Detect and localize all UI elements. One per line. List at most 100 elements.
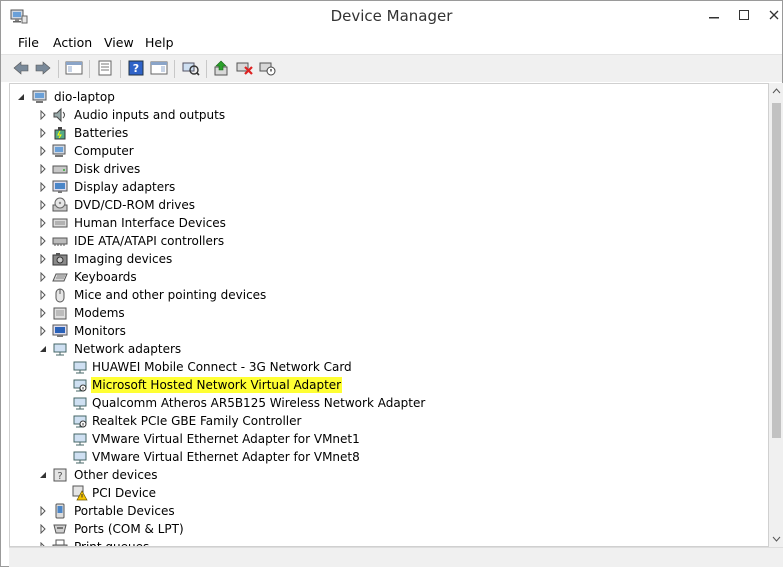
disable-device-icon[interactable] <box>258 58 278 78</box>
network-adapter-icon <box>73 397 87 410</box>
back-icon[interactable] <box>11 58 31 78</box>
expand-arrow-icon[interactable] <box>38 182 48 192</box>
maximize-button[interactable] <box>727 1 761 29</box>
expand-arrow-icon[interactable] <box>38 254 48 264</box>
scroll-up-arrow-icon[interactable] <box>772 87 781 95</box>
category-label: Keyboards <box>74 270 137 284</box>
collapse-arrow-icon[interactable] <box>38 344 48 354</box>
tree-category-monitors[interactable]: Monitors <box>10 322 760 340</box>
tree-category-network-adapters[interactable]: Network adapters <box>10 340 760 358</box>
category-label: Display adapters <box>74 180 176 194</box>
tree-category-other-devices[interactable]: ? Other devices <box>10 466 760 484</box>
toolbar-separator <box>174 60 175 78</box>
network-adapter-icon <box>73 451 87 464</box>
collapse-arrow-icon[interactable] <box>38 470 48 480</box>
network-adapter-item[interactable]: VMware Virtual Ethernet Adapter for VMne… <box>10 430 760 448</box>
monitor-icon <box>52 324 68 337</box>
audio-icon <box>53 107 65 123</box>
window-title: Device Manager <box>330 7 453 25</box>
modem-icon <box>53 307 67 320</box>
expand-arrow-icon[interactable] <box>38 524 48 534</box>
expand-arrow-icon[interactable] <box>38 110 48 120</box>
scan-hardware-icon[interactable] <box>181 58 201 78</box>
network-adapter-icon <box>73 415 87 428</box>
tree-category-display-adapters[interactable]: Display adapters <box>10 178 760 196</box>
forward-icon[interactable] <box>33 58 53 78</box>
expand-arrow-icon[interactable] <box>38 146 48 156</box>
display-icon <box>52 180 68 193</box>
network-adapter-item-selected[interactable]: Microsoft Hosted Network Virtual Adapter <box>10 376 760 394</box>
expand-arrow-icon[interactable] <box>38 290 48 300</box>
expand-arrow-icon[interactable] <box>38 272 48 282</box>
network-adapter-label: Microsoft Hosted Network Virtual Adapter <box>91 377 343 393</box>
tree-category-imaging[interactable]: Imaging devices <box>10 250 760 268</box>
expand-arrow-icon[interactable] <box>38 326 48 336</box>
update-driver-icon[interactable] <box>212 58 232 78</box>
category-label: Batteries <box>74 126 129 140</box>
expand-arrow-icon[interactable] <box>38 164 48 174</box>
tree-root[interactable]: dio-laptop <box>10 88 760 106</box>
category-label: DVD/CD-ROM drives <box>74 198 196 212</box>
network-adapter-item[interactable]: Qualcomm Atheros AR5B125 Wireless Networ… <box>10 394 760 412</box>
tree-category-batteries[interactable]: Batteries <box>10 124 760 142</box>
network-adapter-label: HUAWEI Mobile Connect - 3G Network Card <box>92 360 352 374</box>
toolbar-separator <box>58 60 59 78</box>
category-label: IDE ATA/ATAPI controllers <box>74 234 225 248</box>
tree-category-hid[interactable]: Human Interface Devices <box>10 214 760 232</box>
expand-arrow-icon[interactable] <box>38 218 48 228</box>
network-adapter-item[interactable]: HUAWEI Mobile Connect - 3G Network Card <box>10 358 760 376</box>
tree-category-computer[interactable]: Computer <box>10 142 760 160</box>
show-hide-console-tree-icon[interactable] <box>64 58 84 78</box>
properties-icon[interactable] <box>95 58 115 78</box>
network-icon <box>53 343 67 356</box>
title-bar[interactable]: Device Manager <box>1 1 782 32</box>
toolbar-separator <box>206 60 207 78</box>
tree-category-audio[interactable]: Audio inputs and outputs <box>10 106 760 124</box>
expand-arrow-icon[interactable] <box>38 128 48 138</box>
svg-text:?: ? <box>133 62 139 75</box>
menu-file[interactable]: File <box>18 35 39 50</box>
tree-category-keyboards[interactable]: Keyboards <box>10 268 760 286</box>
scroll-down-arrow-icon[interactable] <box>772 535 781 543</box>
other-device-item[interactable]: PCI Device <box>10 484 760 502</box>
close-button[interactable] <box>757 1 783 29</box>
camera-icon <box>52 253 68 266</box>
network-adapter-icon <box>73 379 87 392</box>
tree-category-ports[interactable]: Ports (COM & LPT) <box>10 520 760 538</box>
mouse-icon <box>55 288 65 303</box>
collapse-arrow-icon[interactable] <box>16 92 26 102</box>
horizontal-scrollbar-area <box>9 547 783 567</box>
tree-category-modems[interactable]: Modems <box>10 304 760 322</box>
tree-category-mice[interactable]: Mice and other pointing devices <box>10 286 760 304</box>
toolbar: ? <box>1 54 782 82</box>
tree-category-ide[interactable]: IDE ATA/ATAPI controllers <box>10 232 760 250</box>
printer-icon <box>52 539 68 546</box>
tree-category-dvd[interactable]: DVD/CD-ROM drives <box>10 196 760 214</box>
tree-category-disk-drives[interactable]: Disk drives <box>10 160 760 178</box>
menu-view[interactable]: View <box>104 35 134 50</box>
expand-arrow-icon[interactable] <box>38 236 48 246</box>
network-adapter-label: Realtek PCIe GBE Family Controller <box>92 414 302 428</box>
expand-arrow-icon[interactable] <box>38 200 48 210</box>
expand-arrow-icon[interactable] <box>38 308 48 318</box>
minimize-button[interactable] <box>697 1 731 29</box>
hid-icon <box>52 218 68 228</box>
vertical-scroll-thumb[interactable] <box>772 103 781 438</box>
portable-icon <box>55 503 65 519</box>
tree-category-portable-devices[interactable]: Portable Devices <box>10 502 760 520</box>
network-adapter-item[interactable]: VMware Virtual Ethernet Adapter for VMne… <box>10 448 760 466</box>
network-adapter-item[interactable]: Realtek PCIe GBE Family Controller <box>10 412 760 430</box>
device-tree[interactable]: dio-laptop Audio inputs and outputs Batt… <box>9 83 769 547</box>
category-label: Other devices <box>74 468 158 482</box>
menu-action[interactable]: Action <box>53 35 92 50</box>
show-action-pane-icon[interactable] <box>149 58 169 78</box>
expand-arrow-icon[interactable] <box>38 506 48 516</box>
tree-category-print-queues[interactable]: Print queues <box>10 538 760 546</box>
network-adapter-label: Qualcomm Atheros AR5B125 Wireless Networ… <box>92 396 426 410</box>
category-label: Ports (COM & LPT) <box>74 522 184 536</box>
menu-help[interactable]: Help <box>145 35 174 50</box>
uninstall-icon[interactable] <box>235 58 255 78</box>
vertical-scrollbar[interactable] <box>769 83 783 547</box>
help-icon[interactable]: ? <box>126 58 146 78</box>
device-manager-window: Device Manager File Action View Help ? d… <box>0 0 783 567</box>
